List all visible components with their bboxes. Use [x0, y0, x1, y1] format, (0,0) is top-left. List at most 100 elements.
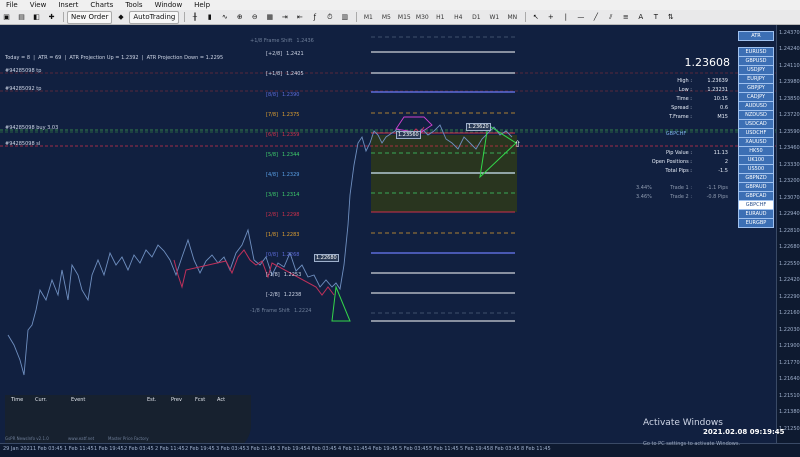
tp1-tag: #94285098 tp	[5, 68, 42, 74]
time-tick: 3 Feb 03:45	[216, 446, 246, 452]
level-label: [0/8] 1.2268	[266, 252, 300, 258]
timeframe-mn[interactable]: MN	[504, 11, 520, 24]
level-label: [+2/8] 1.2421	[266, 51, 304, 57]
periods-icon[interactable]: ⏱	[323, 11, 336, 24]
crosshair-icon[interactable]: +	[544, 11, 557, 24]
arrows-icon[interactable]: ⇅	[664, 11, 677, 24]
chart-shift-icon[interactable]: ⇤	[293, 11, 306, 24]
channel-icon[interactable]: ⫽	[604, 11, 617, 24]
price-marker: 1.23620	[466, 123, 491, 131]
fibo-icon[interactable]: ≡	[619, 11, 632, 24]
price-tick: 1.23330	[779, 162, 800, 168]
calendar-col-currency: Curr.	[35, 397, 47, 403]
candle-chart-icon[interactable]: ▮	[203, 11, 216, 24]
profiles-icon[interactable]: ▤	[15, 11, 28, 24]
menu-window[interactable]: Window	[149, 1, 189, 9]
atr-button[interactable]: ATR	[738, 31, 774, 41]
menu-view[interactable]: View	[24, 1, 53, 9]
price-tick: 1.21640	[779, 376, 800, 382]
menu-insert[interactable]: Insert	[52, 1, 84, 9]
calendar-col-time: Time	[11, 397, 24, 403]
time-tick: 5 Feb 19:45	[460, 446, 490, 452]
new-order-button[interactable]: New Order	[67, 10, 113, 24]
templates-icon[interactable]: ▥	[338, 11, 351, 24]
symbol-title: GBPCHF	[665, 131, 687, 137]
level-label: -1/8 Frame Shift 1.2224	[250, 308, 312, 314]
sl-tag: #94285098 sl	[5, 141, 41, 147]
price-tick: 1.23460	[779, 145, 800, 151]
menu-tools[interactable]: Tools	[119, 1, 148, 9]
price-tick: 1.22940	[779, 211, 800, 217]
level-label: [5/8] 1.2344	[266, 152, 300, 158]
price-tick: 1.22290	[779, 294, 800, 300]
autoscroll-icon[interactable]: ⇥	[278, 11, 291, 24]
time-tick: 1 Feb 11:45	[64, 446, 94, 452]
time-tick: 5 Feb 03:45	[399, 446, 429, 452]
timeframe-m5[interactable]: M5	[378, 11, 394, 24]
level-label: [+1/8] 1.2405	[266, 71, 304, 77]
menu-charts[interactable]: Charts	[84, 1, 119, 9]
calendar-col-actual: Act	[217, 397, 226, 403]
chart-area[interactable]: ⇧ Today = 8 | ATR = 69 | ATR Projection …	[0, 25, 776, 443]
trendline-icon[interactable]: ╱	[589, 11, 602, 24]
symbol-button-eurgbp[interactable]: EURGBP	[738, 218, 774, 228]
footer-indicator-name: GsPR NewsInfo v2.1.0	[5, 436, 49, 441]
current-price: 1.23608	[684, 56, 731, 69]
header-info: Today = 8 | ATR = 69 | ATR Projection Up…	[5, 55, 224, 61]
footer-site: www.eatf.net	[68, 436, 95, 441]
buy-tag: #94285098 buy 3.03	[5, 125, 59, 131]
time-tick: 8 Feb 03:45	[490, 446, 520, 452]
time-tick: 4 Feb 03:45	[307, 446, 337, 452]
time-tick: 4 Feb 19:45	[368, 446, 398, 452]
timeframe-m30[interactable]: M30	[414, 11, 430, 24]
new-chart-icon[interactable]: ▣	[0, 11, 13, 24]
bar-chart-icon[interactable]: ╫	[188, 11, 201, 24]
timeframe-h4[interactable]: H4	[450, 11, 466, 24]
tp2-tag: #94285092 tp	[5, 86, 42, 92]
time-tick: 4 Feb 11:45	[338, 446, 368, 452]
time-tick: 5 Feb 11:45	[429, 446, 459, 452]
level-label: [3/8] 1.2314	[266, 192, 300, 198]
zoom-in-icon[interactable]: ⊕	[233, 11, 246, 24]
time-tick: 3 Feb 11:45	[246, 446, 276, 452]
toolbar-separator	[525, 12, 527, 22]
tile-icon[interactable]: ▦	[263, 11, 276, 24]
price-marker: 1.22680	[314, 254, 339, 262]
server-clock: 2021.02.08 09:19:45	[703, 428, 785, 436]
price-axis: 1.24370 1.24240 1.24110 1.23980 1.23850 …	[776, 25, 800, 443]
price-tick: 1.23070	[779, 195, 800, 201]
time-tick: 1 Feb 19:45	[94, 446, 124, 452]
projection-up-label: ATR Projection Up = 1.2392	[69, 55, 139, 61]
level-label: [-2/8] 1.2238	[266, 292, 302, 298]
toolbar-separator	[356, 12, 358, 22]
toolbar-separator	[184, 12, 186, 22]
timeframe-w1[interactable]: W1	[486, 11, 502, 24]
market-watch-icon[interactable]: ◧	[30, 11, 43, 24]
time-tick: 3 Feb 19:45	[277, 446, 307, 452]
level-label: +1/8 Frame Shift 1.2436	[250, 38, 314, 44]
level-label: [6/8] 1.2359	[266, 132, 300, 138]
cursor-icon[interactable]: ↖	[529, 11, 542, 24]
timeframe-h1[interactable]: H1	[432, 11, 448, 24]
timeframe-m1[interactable]: M1	[360, 11, 376, 24]
label-tool-icon[interactable]: T	[649, 11, 662, 24]
vertical-line-icon[interactable]: |	[559, 11, 572, 24]
atr-label: ATR = 69	[38, 55, 62, 61]
calendar-col-event: Event	[71, 397, 86, 403]
horizontal-line-icon[interactable]: —	[574, 11, 587, 24]
indicators-icon[interactable]: ƒ	[308, 11, 321, 24]
info-panel: 1.23608 High :1.23639 Low :1.23231 Time …	[620, 53, 732, 243]
timeframe-d1[interactable]: D1	[468, 11, 484, 24]
navigator-icon[interactable]: ✚	[45, 11, 58, 24]
price-tick: 1.21900	[779, 343, 800, 349]
autotrading-button[interactable]: AutoTrading	[129, 10, 180, 24]
line-chart-icon[interactable]: ∿	[218, 11, 231, 24]
price-tick: 1.22680	[779, 244, 800, 250]
timeframe-m15[interactable]: M15	[396, 11, 412, 24]
zoom-out-icon[interactable]: ⊖	[248, 11, 261, 24]
text-tool-icon[interactable]: A	[634, 11, 647, 24]
menu-help[interactable]: Help	[188, 1, 216, 9]
menu-file[interactable]: File	[0, 1, 24, 9]
metaeditor-icon[interactable]: ◆	[114, 11, 127, 24]
level-label: [1/8] 1.2283	[266, 232, 300, 238]
